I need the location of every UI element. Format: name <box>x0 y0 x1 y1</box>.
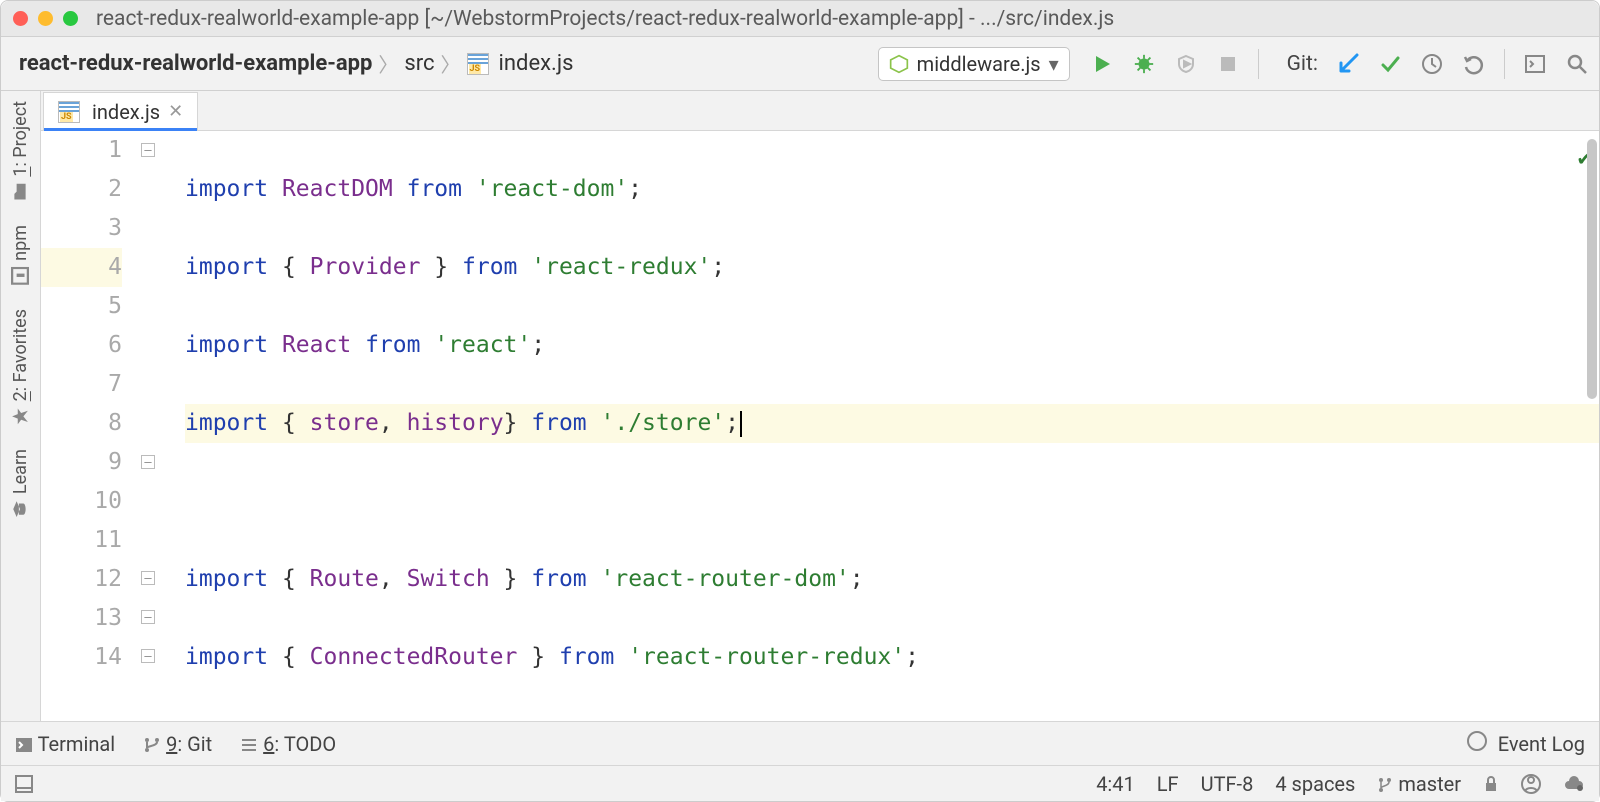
chevron-right-icon: 〉 <box>378 49 398 78</box>
navigation-bar: react-redux-realworld-example-app 〉 src … <box>1 37 1599 91</box>
folder-icon <box>12 183 30 201</box>
minimize-window-button[interactable] <box>38 11 53 26</box>
npm-icon <box>12 267 30 285</box>
learn-icon <box>12 500 30 518</box>
memory-indicator[interactable] <box>1563 775 1585 793</box>
layout-icon <box>15 775 33 793</box>
breadcrumb-project[interactable]: react-redux-realworld-example-app <box>19 51 372 76</box>
fold-marker[interactable]: – <box>141 455 155 469</box>
run-configuration-selector[interactable]: middleware.js ▾ <box>878 47 1070 81</box>
breadcrumb-file[interactable]: index.js <box>499 51 574 76</box>
toggle-tool-windows-button[interactable] <box>15 775 33 793</box>
status-bar: 4:41 LF UTF-8 4 spaces master <box>1 765 1599 801</box>
todo-icon <box>240 736 258 754</box>
breadcrumb-folder[interactable]: src <box>404 51 434 76</box>
js-file-icon <box>58 101 80 123</box>
toolwindow-terminal[interactable]: Terminal <box>15 732 115 756</box>
terminal-icon <box>15 736 33 754</box>
run-toolbar: Git: <box>1090 49 1589 79</box>
toolwindow-npm[interactable]: npm <box>10 225 31 285</box>
line-separator[interactable]: LF <box>1157 772 1179 796</box>
git-label: Git: <box>1287 52 1318 76</box>
git-history-button[interactable] <box>1420 52 1444 76</box>
git-update-button[interactable] <box>1336 52 1360 76</box>
star-icon <box>12 407 30 425</box>
git-branch-widget[interactable]: master <box>1377 772 1461 796</box>
toolwindow-project[interactable]: 1: Project <box>10 101 31 201</box>
stop-button <box>1216 52 1240 76</box>
close-tab-button[interactable]: ✕ <box>168 101 183 122</box>
readonly-toggle[interactable] <box>1483 775 1499 793</box>
nodejs-icon <box>889 54 909 74</box>
branch-icon <box>143 736 161 754</box>
toolbar-divider <box>1504 49 1505 79</box>
fold-gutter: – – – – – <box>141 131 181 721</box>
window-title: react-redux-realworld-example-app [~/Web… <box>96 7 1587 31</box>
fold-marker[interactable]: – <box>141 143 155 157</box>
editor-tabs: index.js ✕ <box>41 91 1599 131</box>
run-config-name: middleware.js <box>917 52 1041 76</box>
line-number-gutter: 123 4 567 8910 111213 14 <box>41 131 141 721</box>
editor-area: index.js ✕ ✔ 123 4 567 8910 111213 14 – … <box>41 91 1599 721</box>
breadcrumb: react-redux-realworld-example-app 〉 src … <box>11 49 573 78</box>
tab-label: index.js <box>92 100 160 124</box>
inspection-profile-widget[interactable] <box>1521 774 1541 794</box>
editor-tab-indexjs[interactable]: index.js ✕ <box>43 92 198 130</box>
left-tool-window-strip: 1: Project npm 2: Favorites Learn <box>1 91 41 721</box>
indent-setting[interactable]: 4 spaces <box>1275 772 1355 796</box>
coverage-button[interactable] <box>1174 52 1198 76</box>
toolbar-divider <box>1258 49 1259 79</box>
toolwindow-favorites[interactable]: 2: Favorites <box>10 309 31 425</box>
run-button[interactable] <box>1090 52 1114 76</box>
code-content[interactable]: import ReactDOM from 'react-dom'; import… <box>181 131 1599 721</box>
fold-marker[interactable]: – <box>141 610 155 624</box>
text-cursor <box>740 411 742 437</box>
bottom-tool-window-strip: Terminal 9: Git 6: TODO Event Log <box>1 721 1599 765</box>
toolwindow-learn[interactable]: Learn <box>10 449 31 518</box>
toolwindow-git[interactable]: 9: Git <box>143 732 212 756</box>
maximize-window-button[interactable] <box>63 11 78 26</box>
debug-button[interactable] <box>1132 52 1156 76</box>
close-window-button[interactable] <box>13 11 28 26</box>
chevron-right-icon: 〉 <box>441 49 461 78</box>
toolwindow-todo[interactable]: 6: TODO <box>240 732 336 756</box>
js-file-icon <box>467 53 489 75</box>
git-rollback-button[interactable] <box>1462 52 1486 76</box>
chevron-down-icon: ▾ <box>1049 52 1059 76</box>
main-area: 1: Project npm 2: Favorites Learn index.… <box>1 91 1599 721</box>
window-controls <box>13 11 78 26</box>
toolwindow-event-log[interactable]: Event Log <box>1467 731 1585 756</box>
code-editor[interactable]: ✔ 123 4 567 8910 111213 14 – – – – – imp… <box>41 131 1599 721</box>
fold-marker[interactable]: – <box>141 571 155 585</box>
fold-marker[interactable]: – <box>141 649 155 663</box>
search-everywhere-button[interactable] <box>1565 52 1589 76</box>
event-log-icon <box>1467 731 1487 751</box>
caret-position[interactable]: 4:41 <box>1096 772 1135 796</box>
titlebar: react-redux-realworld-example-app [~/Web… <box>1 1 1599 37</box>
branch-icon <box>1377 777 1393 793</box>
file-encoding[interactable]: UTF-8 <box>1201 772 1254 796</box>
open-in-terminal-button[interactable] <box>1523 52 1547 76</box>
git-commit-button[interactable] <box>1378 52 1402 76</box>
